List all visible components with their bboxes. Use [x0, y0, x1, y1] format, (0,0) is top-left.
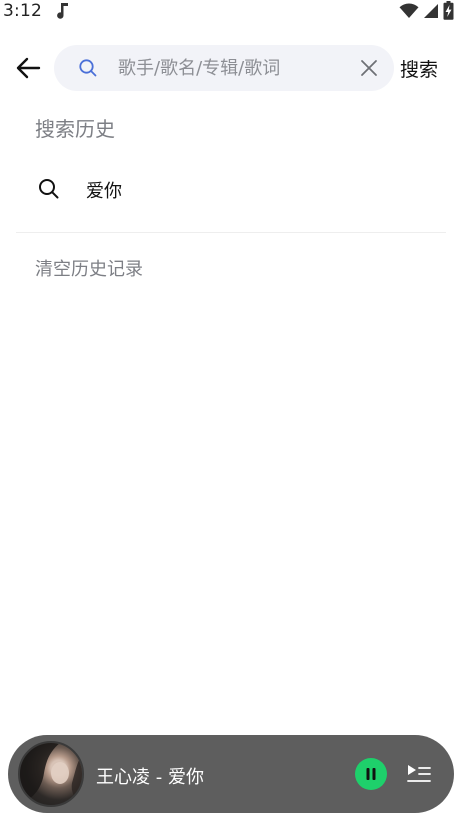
back-button[interactable]	[12, 52, 44, 84]
search-submit-button[interactable]: 搜索	[400, 55, 438, 82]
history-item[interactable]: 爱你	[16, 164, 442, 214]
battery-charging-icon	[443, 1, 454, 24]
clear-history-button[interactable]: 清空历史记录	[35, 255, 143, 281]
mini-player[interactable]: 王心凌 - 爱你	[8, 735, 454, 813]
now-playing-title[interactable]: 王心凌 - 爱你	[96, 763, 204, 789]
close-icon	[361, 60, 377, 76]
status-bar: 3:12	[0, 0, 458, 24]
cellular-signal-icon	[423, 3, 439, 23]
history-title: 搜索历史	[35, 117, 115, 141]
album-art[interactable]	[18, 741, 84, 807]
search-box[interactable]	[54, 45, 394, 91]
playlist-icon	[407, 765, 431, 782]
search-screen: 3:12 歌手/歌名/专辑/歌词 搜索 搜索历史 爱你 清空历史记录 王心凌 -…	[0, 0, 458, 820]
status-icons	[399, 1, 454, 24]
history-item-label: 爱你	[86, 181, 122, 202]
arrow-left-icon	[16, 57, 41, 79]
search-icon	[38, 178, 60, 204]
wifi-icon	[399, 2, 419, 23]
music-note-icon	[56, 2, 70, 24]
clear-search-button[interactable]	[358, 57, 380, 79]
divider	[16, 232, 446, 233]
pause-icon	[366, 768, 376, 780]
playlist-button[interactable]	[406, 762, 432, 786]
search-input[interactable]	[118, 45, 344, 91]
status-time: 3:12	[3, 1, 42, 21]
pause-button[interactable]	[355, 758, 387, 790]
search-icon	[78, 58, 98, 82]
